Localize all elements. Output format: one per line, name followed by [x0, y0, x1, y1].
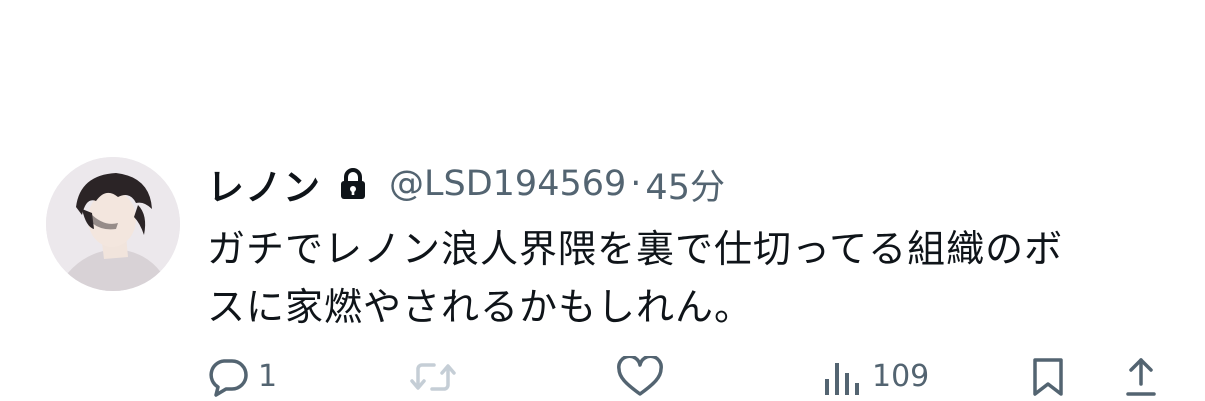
reply-button[interactable]: 1 — [206, 352, 277, 401]
share-icon — [1126, 357, 1156, 396]
display-name[interactable]: レノン — [207, 157, 321, 211]
lock-icon — [339, 167, 367, 201]
user-handle[interactable]: @LSD194569 — [389, 164, 626, 204]
tweet-text-line-2: スに家燃やされるかもしれん。 — [207, 285, 754, 329]
tweet[interactable]: レノン @LSD194569 · 45分 ガチでレノン浪人界隈を裏で仕切ってる組… — [0, 0, 1205, 401]
like-icon — [617, 355, 663, 396]
reply-count: 1 — [258, 359, 278, 394]
tweet-text-line-1: ガチでレノン浪人界隈を裏で仕切ってる組織のボ — [207, 227, 1064, 271]
timestamp[interactable]: 45分 — [645, 159, 725, 210]
views-count: 109 — [872, 359, 930, 394]
views-icon — [825, 362, 859, 395]
share-button[interactable] — [1124, 352, 1158, 401]
action-bar: 1 109 — [0, 352, 1205, 401]
tweet-text: ガチでレノン浪人界隈を裏で仕切ってる組織のボ スに家燃やされるかもしれん。 — [207, 220, 1187, 336]
like-button[interactable] — [616, 352, 672, 401]
views-button[interactable]: 109 — [822, 352, 929, 401]
bookmark-icon — [1033, 357, 1063, 396]
repost-button[interactable] — [410, 352, 464, 401]
avatar[interactable] — [46, 157, 180, 291]
separator-dot: · — [630, 164, 642, 204]
reply-icon — [209, 358, 248, 397]
tweet-header: レノン @LSD194569 · 45分 — [207, 158, 725, 210]
repost-icon — [410, 362, 456, 391]
bookmark-button[interactable] — [1030, 352, 1066, 401]
